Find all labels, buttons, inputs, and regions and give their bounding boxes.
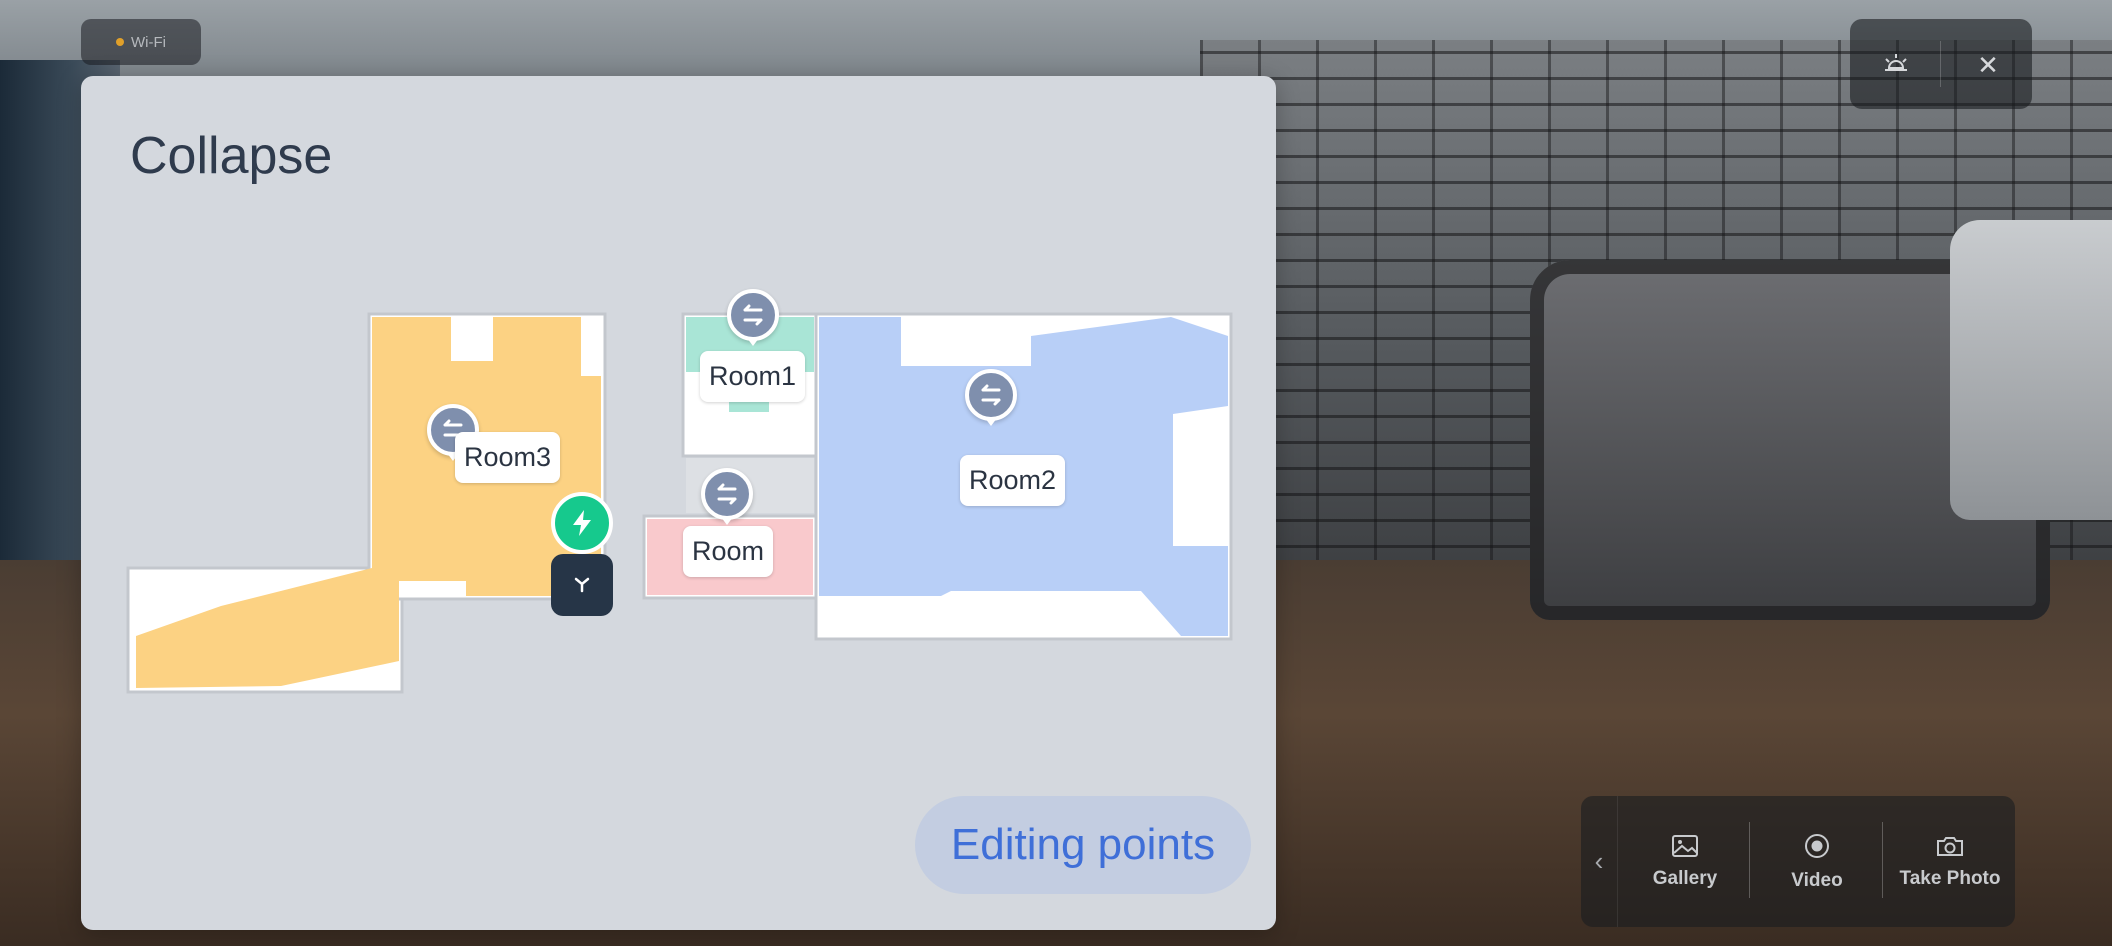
divider <box>1940 41 1941 87</box>
sofa <box>1950 220 2112 520</box>
top-controls: ✕ <box>1850 19 2032 109</box>
swap-route-icon <box>743 304 763 326</box>
camera-icon <box>1937 836 1963 856</box>
room-pin[interactable] <box>701 468 753 525</box>
gallery-label: Gallery <box>1652 867 1718 889</box>
image-icon <box>1672 834 1698 857</box>
editing-points-button[interactable]: Editing points <box>915 796 1251 894</box>
brightness-button[interactable] <box>1876 45 1916 85</box>
wifi-status-badge: Wi-Fi <box>81 19 201 65</box>
brightness-icon <box>1885 54 1907 71</box>
media-toolbar: ‹ Gallery Video Take Photo <box>1581 796 2015 927</box>
wifi-status-dot <box>116 38 124 46</box>
close-icon: ✕ <box>1977 49 1999 80</box>
room2-pin[interactable] <box>965 369 1017 426</box>
swap-route-icon <box>981 384 1001 406</box>
divider <box>1749 822 1750 898</box>
video-label: Video <box>1791 869 1843 891</box>
room-label[interactable]: Room <box>683 526 774 577</box>
robot-position[interactable] <box>551 554 613 616</box>
robot-icon <box>574 577 590 593</box>
room3-label[interactable]: Room3 <box>455 432 561 483</box>
take-photo-button[interactable]: Take Photo <box>1885 796 2015 927</box>
wifi-label: Wi-Fi <box>131 33 166 51</box>
record-icon <box>1805 833 1829 858</box>
take-photo-label: Take Photo <box>1899 867 2001 889</box>
room1-pin[interactable] <box>727 289 779 346</box>
room1-label[interactable]: Room1 <box>700 351 806 402</box>
chevron-left-icon: ‹ <box>1594 846 1604 876</box>
gallery-button[interactable]: Gallery <box>1620 796 1750 927</box>
charging-dock[interactable] <box>551 492 613 554</box>
lightning-icon <box>573 510 591 536</box>
divider <box>1882 822 1883 898</box>
room2-label[interactable]: Room2 <box>960 455 1066 506</box>
video-button[interactable]: Video <box>1752 796 1882 927</box>
close-button[interactable]: ✕ <box>1968 45 2008 85</box>
map-panel: Collapse Room1 Room2 Room3 Room Editing … <box>81 76 1276 930</box>
toolbar-collapse-button[interactable]: ‹ <box>1581 796 1618 927</box>
swap-route-icon <box>717 483 737 505</box>
